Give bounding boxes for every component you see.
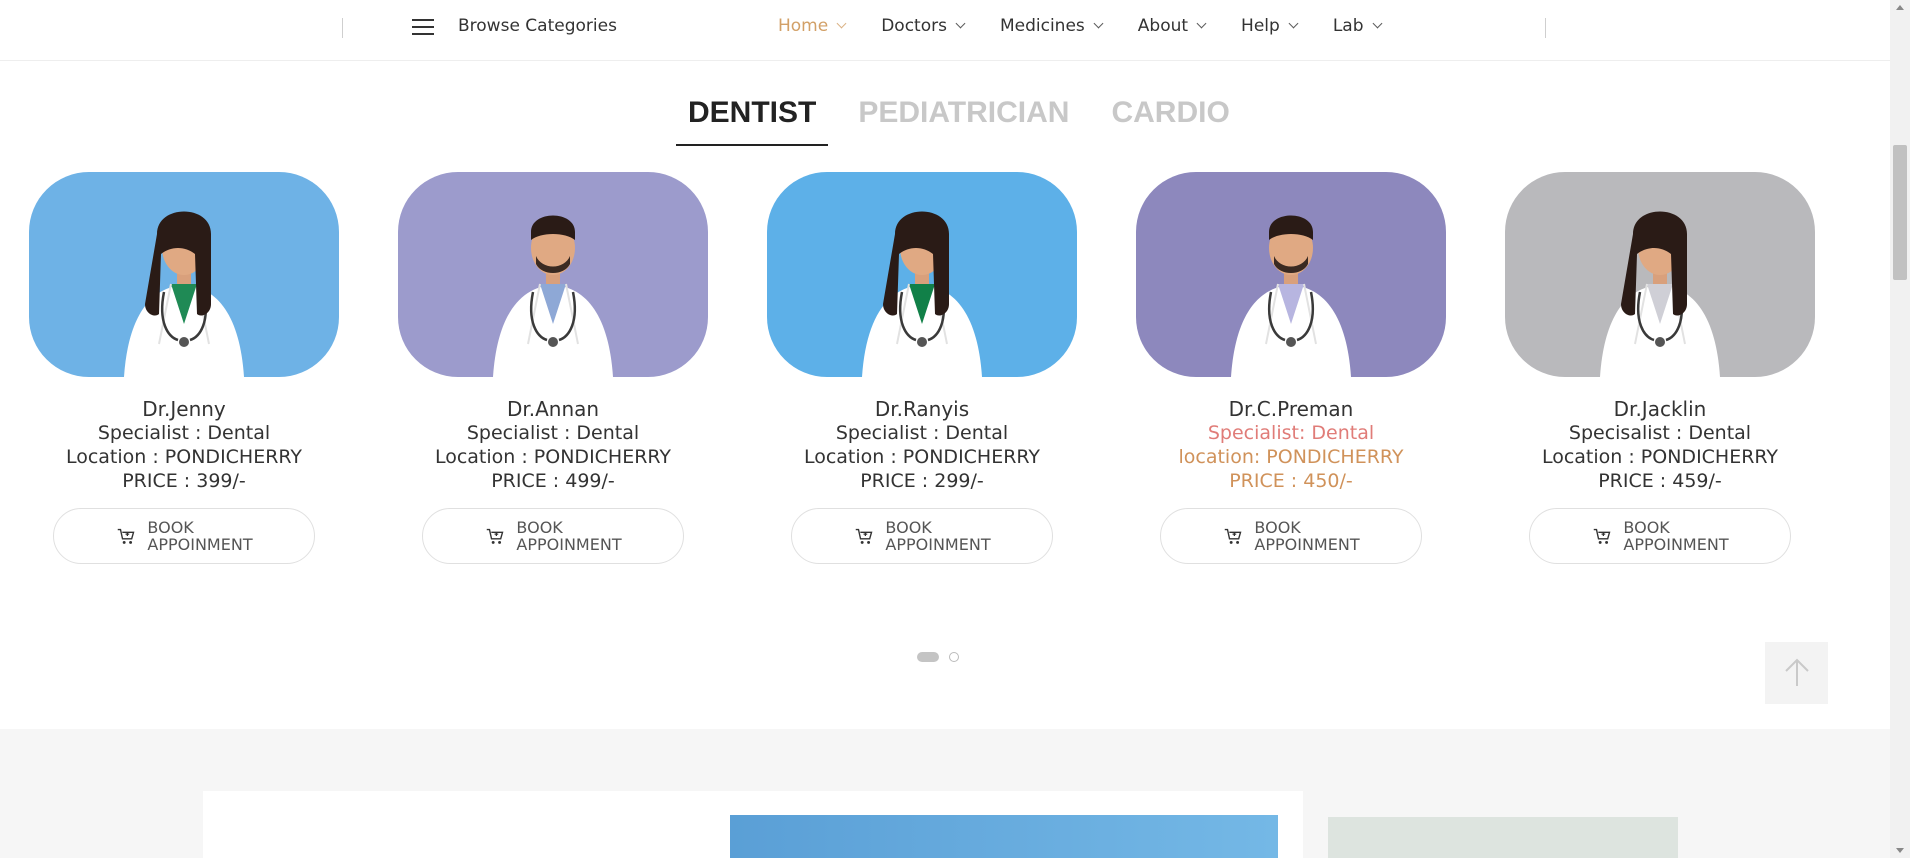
doctor-location: Location : PONDICHERRY <box>1541 446 1779 468</box>
doctor-card: Dr.C.Preman Specialist: Dental location:… <box>1136 172 1446 564</box>
chevron-down-icon <box>836 18 847 29</box>
doctor-specialty: Specialist : Dental <box>835 422 1009 444</box>
chevron-down-icon <box>955 18 966 29</box>
menu-item-home[interactable]: Home <box>778 16 847 36</box>
specialty-tabs: DENTIST PEDIATRICIAN CARDIO <box>676 94 1260 146</box>
doctor-card: Dr.Jenny Specialist : Dental Location : … <box>29 172 339 564</box>
doctor-name: Dr.Jenny <box>142 397 226 421</box>
nav-divider-right <box>1545 18 1546 38</box>
carousel-pagination <box>917 652 959 662</box>
cart-icon <box>856 528 873 544</box>
menu-item-doctors[interactable]: Doctors <box>881 16 966 36</box>
doctor-location: location: PONDICHERRY <box>1178 446 1404 468</box>
doctor-photo <box>29 172 339 377</box>
book-appointment-button[interactable]: BOOK APPOINMENT <box>791 508 1053 564</box>
book-label: BOOK APPOINMENT <box>516 518 622 554</box>
nav-divider-left <box>342 18 343 38</box>
doctor-photo <box>1136 172 1446 377</box>
arrow-up-icon <box>1784 658 1809 686</box>
menu-item-label: Help <box>1241 16 1280 36</box>
doctor-price: PRICE : 299/- <box>860 470 984 492</box>
scroll-up-arrow-icon[interactable] <box>1896 5 1904 10</box>
doctor-illustration <box>767 172 1077 377</box>
side-image <box>1328 817 1678 858</box>
book-appointment-button[interactable]: BOOK APPOINMENT <box>1160 508 1422 564</box>
menu-item-label: Doctors <box>881 16 947 36</box>
doctor-illustration <box>29 172 339 377</box>
main-menu: Home Doctors Medicines About Help Lab <box>778 16 1417 36</box>
doctor-carousel: Dr.Jenny Specialist : Dental Location : … <box>29 172 1869 572</box>
pagination-dot-1[interactable] <box>917 652 939 662</box>
doctor-card: Dr.Annan Specialist : Dental Location : … <box>398 172 708 564</box>
doctor-photo <box>767 172 1077 377</box>
menu-item-label: Lab <box>1332 16 1364 36</box>
menu-item-about[interactable]: About <box>1137 16 1207 36</box>
book-appointment-button[interactable]: BOOK APPOINMENT <box>422 508 684 564</box>
doctor-photo <box>398 172 708 377</box>
book-label: BOOK APPOINMENT <box>1623 518 1729 554</box>
doctor-photo <box>1505 172 1815 377</box>
cart-icon <box>1225 528 1242 544</box>
doctor-location: Location : PONDICHERRY <box>803 446 1041 468</box>
doctor-illustration <box>1505 172 1815 377</box>
doctor-name: Dr.Jacklin <box>1613 397 1707 421</box>
doctor-name: Dr.C.Preman <box>1228 397 1354 421</box>
menu-item-label: Home <box>778 16 829 36</box>
hamburger-menu-icon[interactable] <box>412 17 434 37</box>
tab-dentist[interactable]: DENTIST <box>676 94 829 146</box>
book-label: BOOK APPOINMENT <box>147 518 253 554</box>
doctor-specialty: Specisalist : Dental <box>1568 422 1752 444</box>
book-label: BOOK APPOINMENT <box>885 518 991 554</box>
book-label: BOOK APPOINMENT <box>1254 518 1360 554</box>
doctor-price: PRICE : 399/- <box>122 470 246 492</box>
cart-icon <box>487 528 504 544</box>
doctor-price: PRICE : 459/- <box>1598 470 1722 492</box>
menu-item-label: Medicines <box>999 16 1085 36</box>
scrollbar-thumb[interactable] <box>1893 145 1907 280</box>
menu-item-medicines[interactable]: Medicines <box>999 16 1104 36</box>
chevron-down-icon <box>1093 18 1104 29</box>
doctor-location: Location : PONDICHERRY <box>65 446 303 468</box>
doctor-card: Dr.Ranyis Specialist : Dental Location :… <box>767 172 1077 564</box>
doctor-location: Location : PONDICHERRY <box>434 446 672 468</box>
chevron-down-icon <box>1372 18 1382 29</box>
doctor-card: Dr.Jacklin Specisalist : Dental Location… <box>1505 172 1815 564</box>
tab-cardio[interactable]: CARDIO <box>1099 94 1241 146</box>
browse-categories-link[interactable]: Browse Categories <box>458 16 617 36</box>
book-appointment-button[interactable]: BOOK APPOINMENT <box>53 508 315 564</box>
doctor-name: Dr.Annan <box>506 397 600 421</box>
tab-pediatrician[interactable]: PEDIATRICIAN <box>846 94 1081 146</box>
doctor-price: PRICE : 450/- <box>1229 470 1353 492</box>
menu-item-lab[interactable]: Lab <box>1332 16 1382 36</box>
page-scrollbar[interactable] <box>1890 0 1910 858</box>
chevron-down-icon <box>1196 18 1207 29</box>
chevron-down-icon <box>1288 18 1299 29</box>
doctor-specialty: Specialist: Dental <box>1207 422 1375 444</box>
menu-item-help[interactable]: Help <box>1241 16 1299 36</box>
cart-icon <box>1594 528 1611 544</box>
doctor-illustration <box>398 172 708 377</box>
doctor-illustration <box>1136 172 1446 377</box>
cart-icon <box>118 528 135 544</box>
doctor-specialty: Specialist : Dental <box>466 422 640 444</box>
scroll-down-arrow-icon[interactable] <box>1896 848 1904 853</box>
doctor-name: Dr.Ranyis <box>874 397 970 421</box>
doctor-specialty: Specialist : Dental <box>97 422 271 444</box>
book-appointment-button[interactable]: BOOK APPOINMENT <box>1529 508 1791 564</box>
top-navigation: Browse Categories Home Doctors Medicines… <box>0 0 1890 61</box>
pagination-dot-2[interactable] <box>949 652 959 662</box>
back-to-top-button[interactable] <box>1765 642 1828 704</box>
banner-image <box>730 815 1278 858</box>
doctor-price: PRICE : 499/- <box>491 470 615 492</box>
menu-item-label: About <box>1137 16 1189 36</box>
